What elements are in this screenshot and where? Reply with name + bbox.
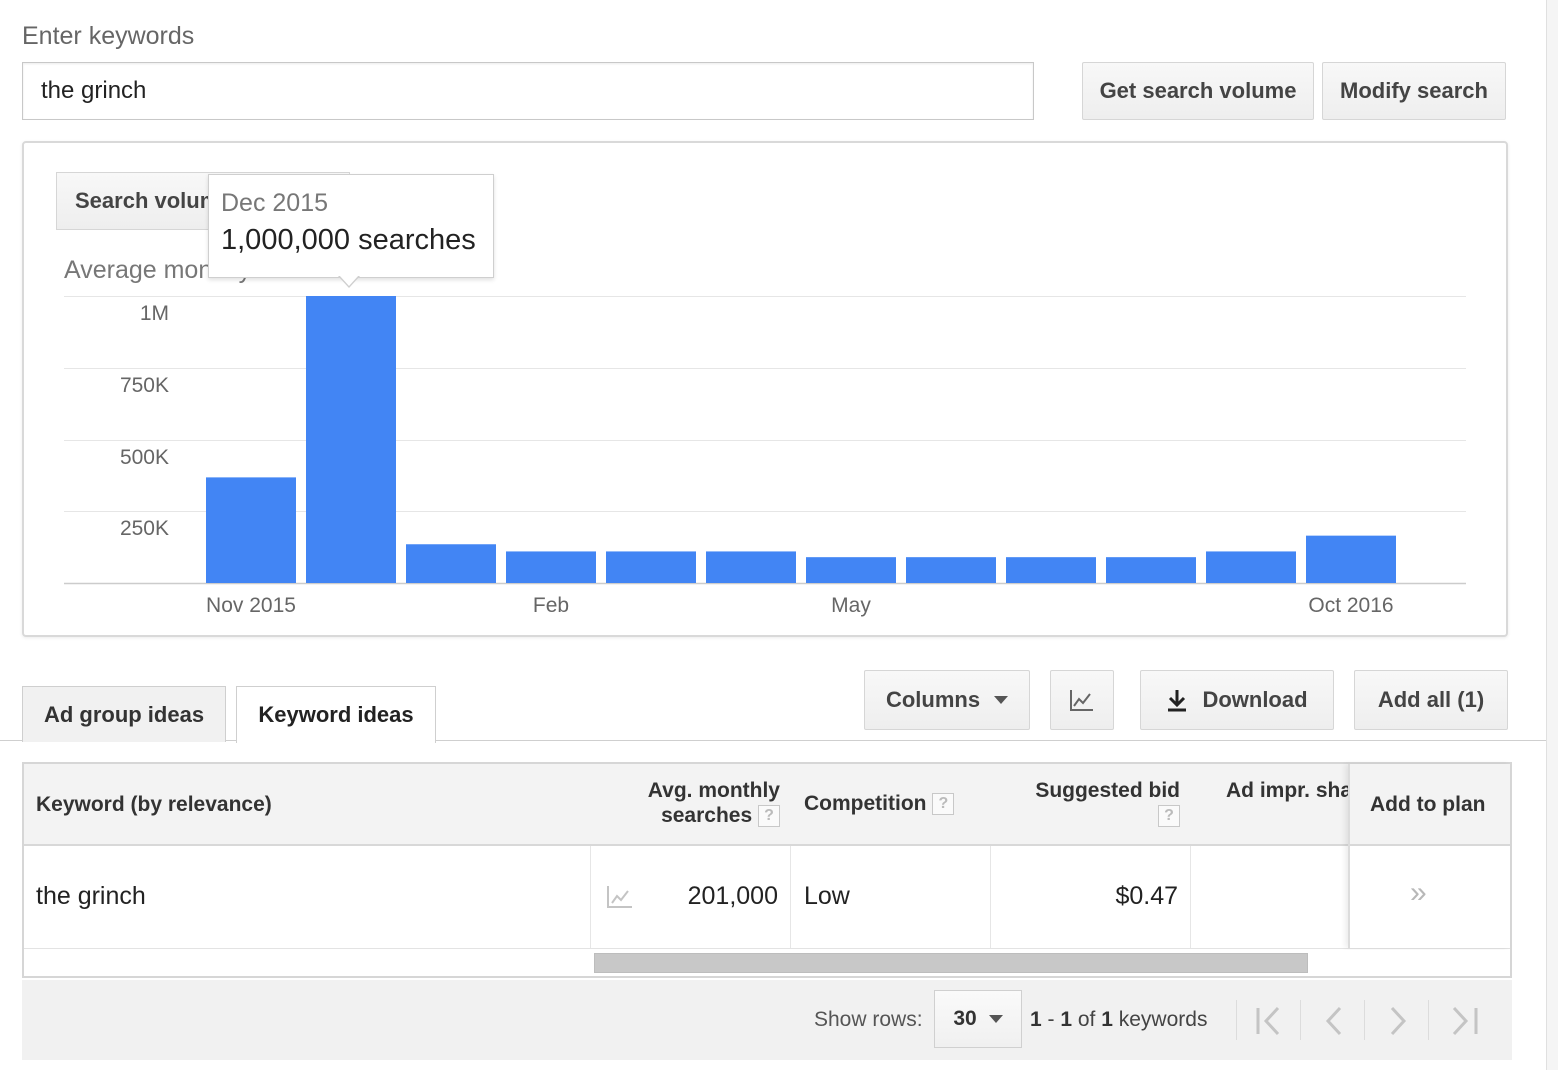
header-add-to-plan: Add to plan (1370, 793, 1486, 816)
cell-avg-monthly-searches: 201,000 (687, 882, 778, 910)
tab-keyword-ideas[interactable]: Keyword ideas (236, 686, 436, 743)
range-unit: keywords (1112, 1008, 1208, 1031)
x-tick-label: Feb (533, 594, 569, 617)
download-label: Download (1202, 687, 1308, 712)
chart-bar[interactable] (306, 296, 396, 583)
header-avg-line2: searches (661, 804, 753, 827)
chart-bar[interactable] (1206, 551, 1296, 583)
download-button[interactable]: Download (1140, 670, 1334, 730)
help-icon[interactable]: ? (932, 793, 955, 816)
first-page-icon[interactable] (1252, 1004, 1286, 1038)
tooltip-pointer-inner (339, 275, 359, 286)
y-tick-label: 250K (120, 517, 169, 540)
x-axis-ticks: Nov 2015 Feb May Oct 2016 (206, 594, 1394, 617)
next-page-icon[interactable] (1384, 1004, 1414, 1038)
cell-divider (1190, 846, 1191, 948)
cell-competition: Low (804, 882, 850, 910)
tab-ad-group-ideas[interactable]: Ad group ideas (22, 686, 226, 742)
chart-bars (206, 296, 1396, 583)
chart-bar[interactable] (406, 544, 496, 583)
previous-page-icon[interactable] (1320, 1004, 1350, 1038)
help-icon[interactable]: ? (1158, 805, 1180, 828)
range-total: 1 (1101, 1008, 1113, 1031)
chart-bar[interactable] (506, 551, 596, 583)
page-scrollbar[interactable] (1546, 0, 1558, 1070)
chart-bar[interactable] (606, 551, 696, 583)
chart-bar[interactable] (1106, 557, 1196, 583)
x-tick-label: May (831, 594, 871, 617)
cell-divider (590, 846, 591, 948)
range-start: 1 (1030, 1008, 1042, 1031)
rows-per-page-select[interactable]: 30 (934, 990, 1022, 1048)
help-icon[interactable]: ? (758, 805, 780, 828)
x-tick-label: Oct 2016 (1308, 594, 1393, 617)
search-volume-chart: 250K 500K 750K 1M Nov 2015 Feb May Oct 2016 (64, 296, 1466, 617)
header-keyword[interactable]: Keyword (by relevance) (36, 792, 272, 817)
cell-suggested-bid: $0.47 (1115, 882, 1178, 910)
pager-divider (1364, 1000, 1365, 1040)
pager-divider (1236, 1000, 1237, 1040)
last-page-icon[interactable] (1448, 1004, 1482, 1038)
tab-divider (0, 740, 1546, 741)
columns-button[interactable]: Columns (864, 670, 1030, 730)
toggle-chart-button[interactable] (1050, 670, 1114, 730)
horizontal-scrollbar-thumb[interactable] (594, 953, 1308, 973)
header-suggested-bid[interactable]: Suggested bid ? (1000, 778, 1180, 828)
chart-bar[interactable] (906, 557, 996, 583)
pager-divider (1300, 1000, 1301, 1040)
download-icon (1168, 690, 1187, 712)
header-avg-line1: Avg. monthly (647, 779, 780, 802)
pagination-bar (22, 980, 1512, 1060)
chevron-down-icon (994, 696, 1009, 704)
chart-bar[interactable] (206, 477, 296, 583)
trend-chart-icon[interactable] (606, 884, 634, 910)
chart-bar[interactable] (706, 551, 796, 583)
y-axis-ticks: 250K 500K 750K 1M (120, 302, 169, 540)
tooltip-month: Dec 2015 (221, 189, 329, 217)
header-impr-clip: Ad impr. share (1194, 764, 1348, 844)
y-tick-label: 750K (120, 374, 169, 397)
chart-bar[interactable] (1306, 535, 1396, 583)
chart-bar[interactable] (1006, 557, 1096, 583)
tooltip-value: 1,000,000 searches (221, 224, 476, 256)
header-competition-label: Competition (804, 792, 927, 815)
add-all-button[interactable]: Add all (1) (1354, 670, 1508, 730)
cell-divider (790, 846, 791, 948)
line-chart-icon (1070, 690, 1093, 711)
cell-divider (990, 846, 991, 948)
chevron-down-icon (988, 1015, 1003, 1023)
range-dash: - (1041, 1008, 1061, 1031)
chart-tooltip: Dec 2015 1,000,000 searches (208, 174, 494, 278)
x-tick-label: Nov 2015 (206, 594, 296, 617)
add-to-plan-icon[interactable]: » (1410, 876, 1427, 910)
rows-per-page-value: 30 (953, 1007, 977, 1030)
range-end: 1 (1060, 1008, 1073, 1031)
row-divider (24, 948, 1510, 949)
header-bid-label: Suggested bid (1035, 779, 1180, 802)
pagination-range: 1 - 1 of 1 keywords (1030, 1008, 1207, 1032)
range-of: of (1072, 1008, 1102, 1031)
chart-bar[interactable] (806, 557, 896, 583)
y-tick-label: 500K (120, 446, 169, 469)
columns-label: Columns (885, 687, 981, 712)
cell-keyword: the grinch (36, 882, 146, 910)
header-ad-impr-share[interactable]: Ad impr. share (1226, 778, 1348, 803)
header-competition[interactable]: Competition ? (804, 791, 955, 816)
header-avg-monthly-searches[interactable]: Avg. monthly searches ? (612, 778, 780, 828)
pager-divider (1428, 1000, 1429, 1040)
y-tick-label: 1M (140, 302, 169, 325)
show-rows-label: Show rows: (814, 1008, 923, 1031)
